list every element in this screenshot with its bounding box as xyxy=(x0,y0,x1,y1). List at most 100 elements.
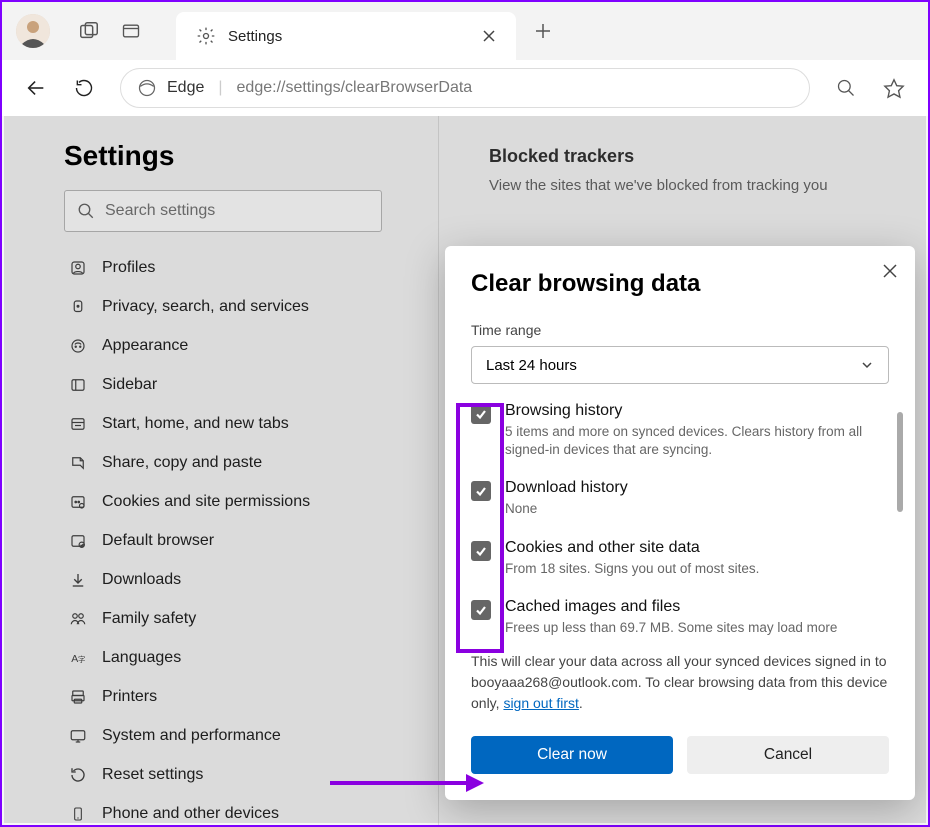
checkbox[interactable] xyxy=(471,541,491,561)
cancel-button[interactable]: Cancel xyxy=(687,736,889,774)
checkbox[interactable] xyxy=(471,404,491,424)
address-field[interactable]: Edge | edge://settings/clearBrowserData xyxy=(120,68,810,108)
checkbox-title: Download history xyxy=(505,479,628,497)
sidebar-item-icon xyxy=(68,727,88,745)
sidebar-item[interactable]: Sidebar xyxy=(64,365,408,404)
new-tab-button[interactable] xyxy=(534,22,552,40)
timerange-select[interactable]: Last 24 hours xyxy=(471,346,889,384)
address-bar: Edge | edge://settings/clearBrowserData xyxy=(2,60,928,116)
sidebar-item-label: Languages xyxy=(102,649,181,667)
refresh-button[interactable] xyxy=(64,68,104,108)
sidebar-item-icon xyxy=(68,259,88,277)
svg-text:字: 字 xyxy=(78,653,86,663)
checkbox[interactable] xyxy=(471,481,491,501)
sidebar-item-label: Phone and other devices xyxy=(102,805,279,823)
sidebar-item-icon xyxy=(68,415,88,433)
sidebar-item-label: Family safety xyxy=(102,610,196,628)
search-settings-input[interactable] xyxy=(105,202,369,220)
sign-out-link[interactable]: sign out first xyxy=(503,695,578,711)
sidebar-item-icon xyxy=(68,337,88,355)
sidebar-item-label: Privacy, search, and services xyxy=(102,298,309,316)
sidebar-item-label: Printers xyxy=(102,688,157,706)
sidebar-item-icon xyxy=(68,571,88,589)
search-icon xyxy=(77,202,95,220)
sidebar-item-label: Cookies and site permissions xyxy=(102,493,310,511)
sidebar-item-label: Default browser xyxy=(102,532,214,550)
favorite-icon[interactable] xyxy=(874,77,914,99)
checkbox-desc: None xyxy=(505,500,628,518)
sidebar-item-label: Profiles xyxy=(102,259,155,277)
checkbox-desc: 5 items and more on synced devices. Clea… xyxy=(505,423,889,459)
checkbox-row: Browsing history 5 items and more on syn… xyxy=(471,402,889,459)
clear-now-button[interactable]: Clear now xyxy=(471,736,673,774)
separator: | xyxy=(218,79,222,97)
tab-actions-icon[interactable] xyxy=(110,21,152,41)
checkbox-row: Cookies and other site data From 18 site… xyxy=(471,539,889,578)
svg-text:A: A xyxy=(71,652,78,664)
close-dialog-button[interactable] xyxy=(881,262,899,280)
back-button[interactable] xyxy=(16,68,56,108)
timerange-value: Last 24 hours xyxy=(486,357,577,374)
sidebar-item[interactable]: Share, copy and paste xyxy=(64,443,408,482)
sidebar-item[interactable]: Default browser xyxy=(64,521,408,560)
sidebar-item-icon: A字 xyxy=(68,649,88,667)
url-text: edge://settings/clearBrowserData xyxy=(237,79,473,97)
sidebar-item-icon xyxy=(68,376,88,394)
sidebar-item-icon xyxy=(68,454,88,472)
search-settings-field[interactable] xyxy=(64,190,382,232)
window-titlebar: Settings xyxy=(2,2,928,60)
checkbox-title: Browsing history xyxy=(505,402,889,420)
sidebar-item-icon xyxy=(68,688,88,706)
sync-notice: This will clear your data across all you… xyxy=(471,651,889,714)
close-tab-button[interactable] xyxy=(476,23,502,49)
sidebar-item-label: Start, home, and new tabs xyxy=(102,415,289,433)
sidebar-item-label: Share, copy and paste xyxy=(102,454,262,472)
sidebar-item[interactable]: Family safety xyxy=(64,599,408,638)
blocked-trackers-heading: Blocked trackers xyxy=(489,146,928,167)
sidebar-item[interactable]: Start, home, and new tabs xyxy=(64,404,408,443)
zoom-icon[interactable] xyxy=(826,78,866,98)
workspaces-icon[interactable] xyxy=(68,20,110,42)
browser-tab[interactable]: Settings xyxy=(176,12,516,60)
checkbox-title: Cookies and other site data xyxy=(505,539,759,557)
scrollbar-thumb[interactable] xyxy=(897,412,903,512)
dialog-title: Clear browsing data xyxy=(471,270,889,298)
sidebar-item-icon xyxy=(68,805,88,823)
sidebar-item-icon xyxy=(68,766,88,784)
sidebar-item[interactable]: Printers xyxy=(64,677,408,716)
checkbox-desc: From 18 sites. Signs you out of most sit… xyxy=(505,560,759,578)
sidebar-item[interactable]: Privacy, search, and services xyxy=(64,287,408,326)
sidebar-item-label: Downloads xyxy=(102,571,181,589)
sidebar-item-icon xyxy=(68,493,88,511)
tab-title: Settings xyxy=(228,28,476,45)
checkbox-title: Cached images and files xyxy=(505,598,837,616)
chevron-down-icon xyxy=(860,358,874,372)
sidebar-item-label: Sidebar xyxy=(102,376,157,394)
gear-icon xyxy=(196,26,216,46)
sidebar-item[interactable]: Profiles xyxy=(64,248,408,287)
settings-heading: Settings xyxy=(64,140,408,172)
checkbox-row: Cached images and files Frees up less th… xyxy=(471,598,889,637)
sidebar-item[interactable]: A字 Languages xyxy=(64,638,408,677)
sidebar-item[interactable]: System and performance xyxy=(64,716,408,755)
checkbox-desc: Frees up less than 69.7 MB. Some sites m… xyxy=(505,619,837,637)
checkbox-row: Download history None xyxy=(471,479,889,518)
sidebar-item-label: System and performance xyxy=(102,727,281,745)
sidebar-item[interactable]: Appearance xyxy=(64,326,408,365)
settings-sidebar: Settings Profiles Privacy, search, and se… xyxy=(2,116,439,825)
sidebar-item-label: Reset settings xyxy=(102,766,203,784)
sidebar-item[interactable]: Reset settings xyxy=(64,755,408,794)
sidebar-item-icon xyxy=(68,532,88,550)
sidebar-item[interactable]: Cookies and site permissions xyxy=(64,482,408,521)
clear-browsing-data-dialog: Clear browsing data Time range Last 24 h… xyxy=(445,246,915,800)
edge-logo-icon xyxy=(137,78,157,98)
protocol-label: Edge xyxy=(167,79,204,97)
checkbox[interactable] xyxy=(471,600,491,620)
blocked-trackers-subtext: View the sites that we've blocked from t… xyxy=(489,177,928,194)
sidebar-item[interactable]: Phone and other devices xyxy=(64,794,408,825)
sidebar-item[interactable]: Downloads xyxy=(64,560,408,599)
sidebar-item-label: Appearance xyxy=(102,337,188,355)
sidebar-item-icon xyxy=(68,610,88,628)
profile-avatar[interactable] xyxy=(16,14,50,48)
sidebar-item-icon xyxy=(68,298,88,316)
